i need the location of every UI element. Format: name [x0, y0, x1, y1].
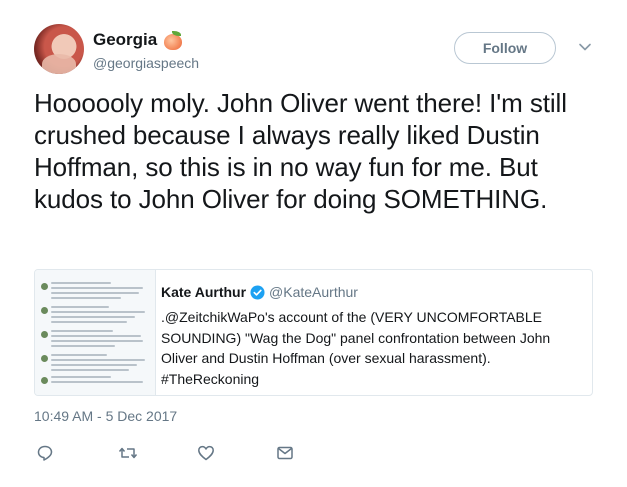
author-handle[interactable]: @georgiaspeech [93, 55, 199, 71]
avatar[interactable] [34, 24, 84, 74]
retweet-icon[interactable] [118, 444, 138, 462]
quoted-author-name: Kate Aurthur [161, 284, 247, 300]
quoted-tweet-image [35, 270, 156, 395]
follow-button[interactable]: Follow [454, 32, 556, 64]
tweet-timestamp[interactable]: 10:49 AM - 5 Dec 2017 [34, 408, 177, 424]
quoted-tweet-text: .@ZeitchikWaPo's account of the (VERY UN… [161, 309, 551, 387]
author-name-link[interactable]: Georgia [93, 30, 183, 50]
display-name: Georgia [93, 30, 158, 49]
quoted-author: Kate Aurthur @KateAurthur [161, 284, 358, 300]
quoted-author-handle: @KateAurthur [269, 284, 358, 300]
like-icon[interactable] [197, 444, 215, 462]
quoted-tweet-card[interactable]: Kate Aurthur @KateAurthur .@ZeitchikWaPo… [34, 269, 593, 396]
direct-message-icon[interactable] [276, 444, 294, 462]
reply-icon[interactable] [36, 444, 54, 462]
verified-badge-icon [250, 284, 265, 300]
tweet-text: Hoooooly moly. John Oliver went there! I… [34, 88, 567, 214]
peach-icon [163, 30, 183, 50]
chevron-down-icon[interactable] [578, 40, 592, 54]
